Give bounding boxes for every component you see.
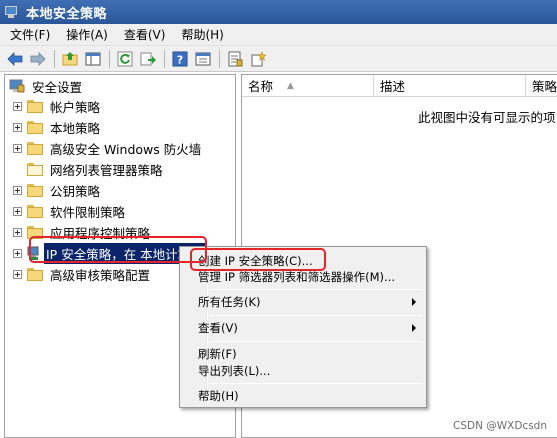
tree-label: 网络列表管理器策略 bbox=[50, 162, 163, 178]
security-settings-icon bbox=[9, 78, 25, 94]
expand-icon[interactable] bbox=[13, 269, 22, 279]
column-header-name[interactable]: 名称 ▲ bbox=[242, 75, 374, 97]
expand-icon[interactable] bbox=[13, 122, 22, 132]
menu-separator bbox=[210, 383, 422, 384]
tree-item-advanced-audit[interactable]: 高级审核策略配置 bbox=[13, 264, 152, 284]
export-list-icon[interactable] bbox=[137, 49, 159, 69]
policy-icon[interactable] bbox=[224, 49, 246, 69]
menu-item-manage-ip-filter-lists[interactable]: 管理 IP 筛选器列表和筛选器操作(M)... bbox=[198, 269, 395, 285]
expand-icon[interactable] bbox=[13, 185, 22, 195]
expand-icon[interactable] bbox=[13, 206, 22, 216]
expand-icon[interactable] bbox=[13, 143, 22, 153]
menu-action[interactable]: 操作(A) bbox=[58, 24, 116, 45]
tree-label: 帐户策略 bbox=[50, 99, 101, 115]
expand-icon[interactable] bbox=[13, 227, 22, 237]
column-header-description[interactable]: 描述 bbox=[374, 75, 526, 97]
tree-item-network-list-manager[interactable]: 网络列表管理器策略 bbox=[27, 159, 165, 179]
menu-item-export-list[interactable]: 导出列表(L)... bbox=[198, 363, 270, 379]
up-folder-icon[interactable] bbox=[59, 49, 81, 69]
folder-icon bbox=[27, 120, 43, 134]
sort-ascending-icon: ▲ bbox=[287, 80, 294, 91]
toolbar-separator bbox=[219, 49, 220, 68]
folder-icon bbox=[27, 162, 43, 176]
tree-label: 高级安全 Windows 防火墙 bbox=[50, 141, 202, 157]
folder-icon bbox=[27, 99, 43, 113]
tree-label: 软件限制策略 bbox=[50, 204, 126, 220]
submenu-arrow-icon bbox=[412, 298, 416, 306]
tree-label: 本地策略 bbox=[50, 120, 101, 136]
menu-item-view[interactable]: 查看(V) bbox=[198, 320, 238, 336]
folder-icon bbox=[27, 204, 43, 218]
expand-icon[interactable] bbox=[13, 101, 22, 111]
title-bar: 本地安全策略 bbox=[0, 0, 557, 24]
properties-icon[interactable] bbox=[192, 49, 214, 69]
tree-root-security-settings[interactable]: 安全设置 bbox=[9, 76, 84, 96]
forward-arrow-icon[interactable] bbox=[27, 49, 49, 69]
column-label: 描述 bbox=[380, 79, 406, 94]
expand-icon[interactable] bbox=[13, 248, 22, 258]
menu-view[interactable]: 查看(V) bbox=[116, 24, 174, 45]
menu-separator bbox=[210, 315, 422, 316]
refresh-icon[interactable] bbox=[114, 49, 136, 69]
tree-label: 高级审核策略配置 bbox=[50, 267, 151, 283]
tree-item-local-policy[interactable]: 本地策略 bbox=[13, 117, 102, 137]
show-hide-tree-icon[interactable] bbox=[82, 49, 104, 69]
window-title: 本地安全策略 bbox=[26, 6, 108, 22]
menu-item-all-tasks[interactable]: 所有任务(K) bbox=[198, 294, 261, 310]
folder-icon bbox=[27, 183, 43, 197]
policy-wizard-icon[interactable] bbox=[247, 49, 269, 69]
tree-item-account-policy[interactable]: 帐户策略 bbox=[13, 96, 102, 116]
column-header-policy[interactable]: 策略 bbox=[526, 75, 557, 97]
toolbar-separator bbox=[109, 49, 110, 68]
menu-file[interactable]: 文件(F) bbox=[2, 24, 58, 45]
folder-icon bbox=[27, 141, 43, 155]
column-label: 名称 bbox=[248, 79, 274, 94]
tree-item-public-key[interactable]: 公钥策略 bbox=[13, 180, 102, 200]
watermark-text: CSDN @WXDcsdn bbox=[453, 420, 547, 432]
tree-item-firewall[interactable]: 高级安全 Windows 防火墙 bbox=[13, 138, 203, 158]
help-icon[interactable]: ? bbox=[169, 49, 191, 69]
menu-separator bbox=[210, 341, 422, 342]
toolbar-separator bbox=[54, 49, 55, 68]
tree-item-software-restriction[interactable]: 软件限制策略 bbox=[13, 201, 127, 221]
toolbar-separator bbox=[164, 49, 165, 68]
menu-help[interactable]: 帮助(H) bbox=[173, 24, 231, 45]
column-label: 策略 bbox=[532, 79, 557, 94]
menu-item-refresh[interactable]: 刷新(F) bbox=[198, 346, 237, 362]
highlight-box-menu-item bbox=[190, 248, 326, 271]
tree-label: 公钥策略 bbox=[50, 183, 101, 199]
tree-label: 安全设置 bbox=[32, 79, 83, 95]
svg-text:?: ? bbox=[177, 53, 183, 66]
menu-item-help[interactable]: 帮助(H) bbox=[198, 388, 239, 404]
submenu-arrow-icon bbox=[412, 324, 416, 332]
empty-list-message: 此视图中没有可显示的项目 bbox=[418, 110, 557, 125]
security-policy-app-icon bbox=[4, 4, 20, 20]
folder-icon bbox=[27, 267, 43, 281]
back-arrow-icon[interactable] bbox=[4, 49, 26, 69]
menu-bar: 文件(F) 操作(A) 查看(V) 帮助(H) bbox=[0, 24, 557, 46]
highlight-box-tree-item bbox=[29, 236, 207, 263]
toolbar: ? bbox=[0, 46, 557, 72]
menu-separator bbox=[210, 289, 422, 290]
